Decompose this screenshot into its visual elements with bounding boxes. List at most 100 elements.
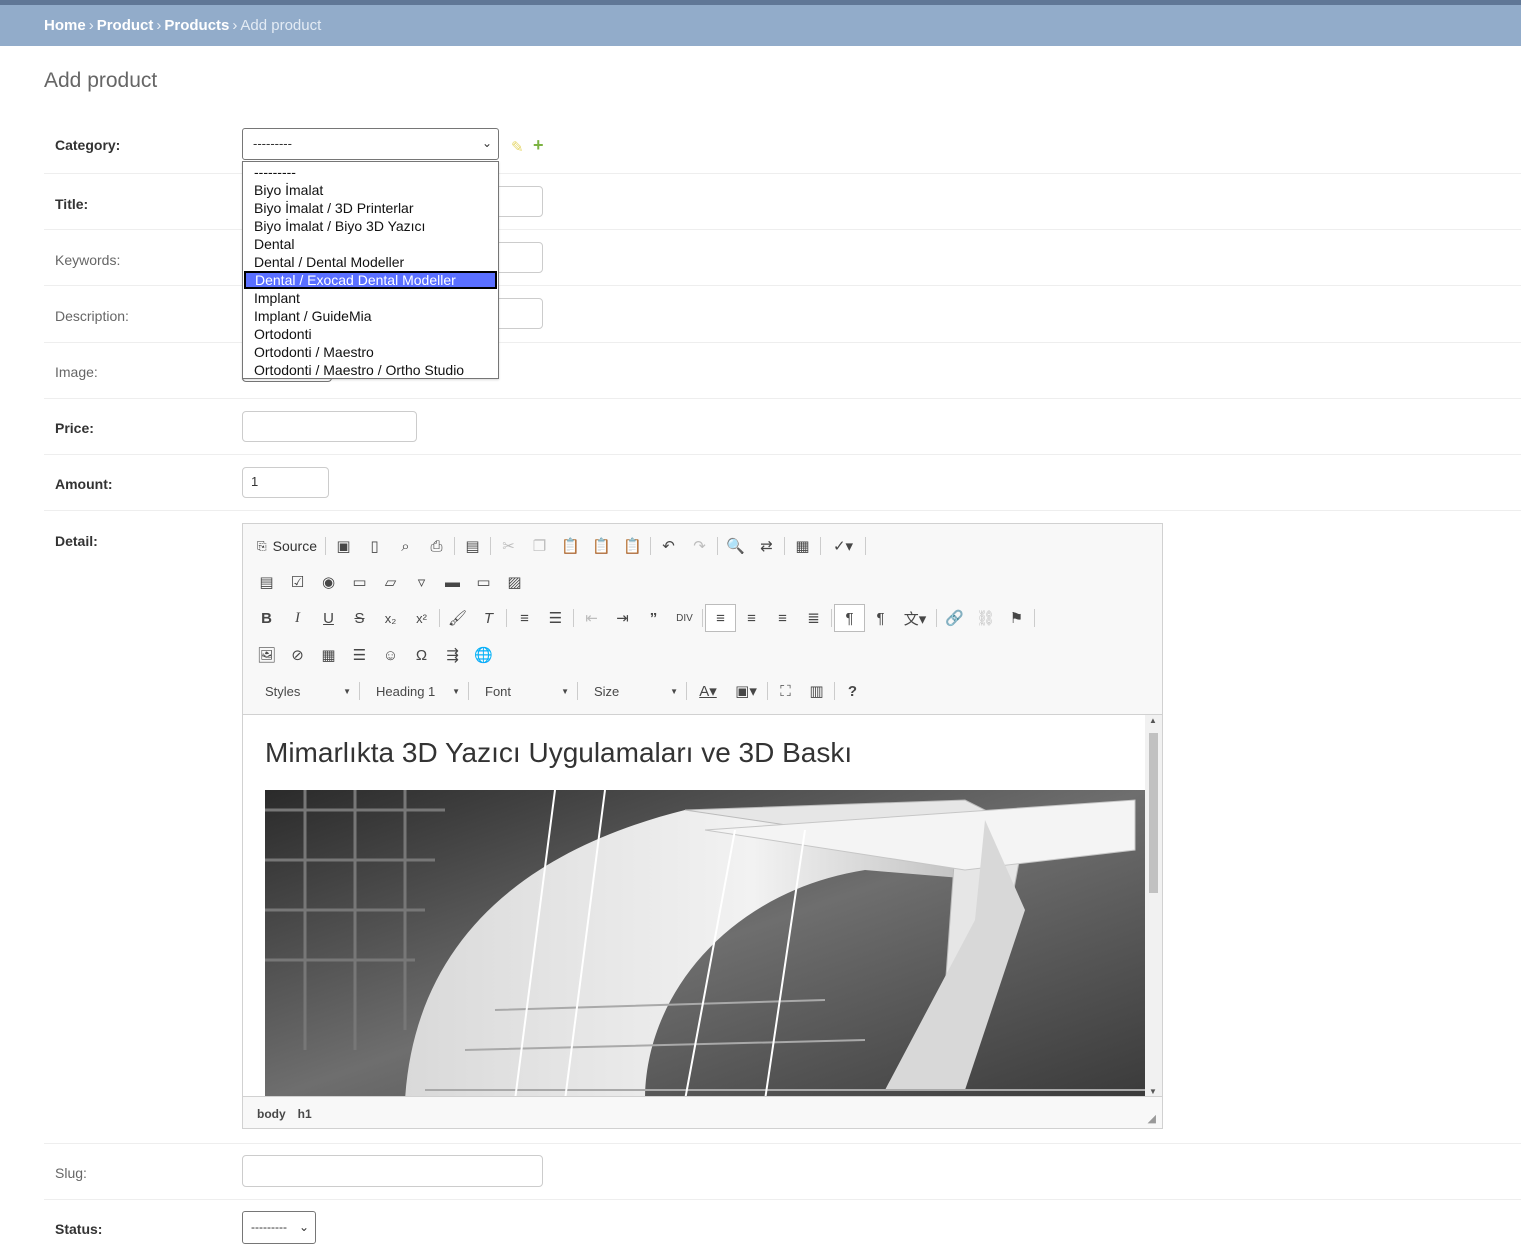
image-button-icon[interactable]: ▭ — [468, 568, 499, 596]
add-plus-icon[interactable]: + — [533, 135, 544, 156]
path-body[interactable]: body — [257, 1107, 286, 1121]
slug-input[interactable] — [242, 1155, 543, 1187]
category-option[interactable]: Ortodonti — [243, 325, 498, 343]
scroll-up-icon[interactable]: ▲ — [1149, 716, 1157, 725]
help-icon[interactable]: ? — [837, 677, 868, 705]
iframe-icon[interactable]: 🌐 — [468, 641, 499, 669]
link-icon[interactable]: 🔗 — [939, 604, 970, 632]
strike-icon[interactable]: S — [344, 604, 375, 632]
justify-icon[interactable]: ≣ — [798, 604, 829, 632]
category-option[interactable]: Dental / Dental Modeller — [243, 253, 498, 271]
print-icon[interactable]: ⎙ — [421, 532, 452, 560]
align-left-icon[interactable]: ≡ — [705, 604, 736, 632]
numbered-list-icon[interactable]: ≡ — [509, 604, 540, 632]
blockquote-icon[interactable]: ” — [638, 604, 669, 632]
undo-icon[interactable]: ↶ — [653, 532, 684, 560]
horizontal-line-icon[interactable]: ☰ — [344, 641, 375, 669]
price-input[interactable] — [242, 411, 417, 442]
page-break-icon[interactable]: ⇶ — [437, 641, 468, 669]
scroll-thumb[interactable] — [1149, 733, 1158, 893]
bulleted-list-icon[interactable]: ☰ — [540, 604, 571, 632]
select-all-icon[interactable]: ▦ — [787, 532, 818, 560]
rtl-icon[interactable]: ¶ — [865, 604, 896, 632]
image-icon[interactable]: 🖼 — [251, 641, 282, 669]
special-char-icon[interactable]: Ω — [406, 641, 437, 669]
category-select[interactable]: --------- ⌄ — [242, 128, 499, 160]
outdent-icon[interactable]: ⇤ — [576, 604, 607, 632]
form-icon[interactable]: ▤ — [251, 568, 282, 596]
category-option[interactable]: Dental — [243, 235, 498, 253]
radio-icon[interactable]: ◉ — [313, 568, 344, 596]
button-field-icon[interactable]: ▬ — [437, 568, 468, 596]
format-combo[interactable]: Heading 1 ▼ — [362, 677, 466, 705]
size-combo[interactable]: Size ▼ — [580, 677, 684, 705]
editor-scrollbar[interactable]: ▲ ▼ — [1145, 715, 1162, 1096]
new-page-icon[interactable]: ▯ — [359, 532, 390, 560]
edit-pencil-icon[interactable]: ✎ — [511, 138, 524, 156]
copy-format-icon[interactable]: 🖌 — [442, 604, 473, 632]
save-icon[interactable]: ▣ — [328, 532, 359, 560]
copy-icon[interactable]: ❐ — [524, 532, 555, 560]
status-select[interactable]: --------- ⌄ — [242, 1211, 316, 1244]
bg-color-icon[interactable]: ▣▾ — [727, 677, 765, 705]
title-label: Title: — [55, 196, 89, 212]
bold-icon[interactable]: B — [251, 604, 282, 632]
toolbar-row-2: ▤ ☑ ◉ ▭ ▱ ▿ ▬ ▭ ▨ — [251, 568, 530, 596]
textarea-icon[interactable]: ▱ — [375, 568, 406, 596]
find-icon[interactable]: 🔍 — [720, 532, 751, 560]
source-button[interactable]: ⎘ Source — [251, 532, 323, 560]
category-option[interactable]: Biyo İmalat — [243, 181, 498, 199]
category-option[interactable]: Implant — [243, 289, 498, 307]
div-icon[interactable]: DIV — [669, 604, 700, 632]
templates-icon[interactable]: ▤ — [457, 532, 488, 560]
align-right-icon[interactable]: ≡ — [767, 604, 798, 632]
font-combo[interactable]: Font ▼ — [471, 677, 575, 705]
styles-combo[interactable]: Styles ▼ — [251, 677, 357, 705]
subscript-icon[interactable]: x₂ — [375, 604, 406, 632]
scroll-down-icon[interactable]: ▼ — [1149, 1087, 1157, 1096]
category-option[interactable]: Biyo İmalat / 3D Printerlar — [243, 199, 498, 217]
breadcrumb-products[interactable]: Products — [164, 17, 229, 34]
paste-text-icon[interactable]: 📋 — [586, 532, 617, 560]
spellcheck-icon[interactable]: ✓▾ — [823, 532, 863, 560]
italic-icon[interactable]: I — [282, 604, 313, 632]
flash-icon[interactable]: ⊘ — [282, 641, 313, 669]
smiley-icon[interactable]: ☺ — [375, 641, 406, 669]
category-option[interactable]: Ortodonti / Maestro / Ortho Studio — [243, 361, 498, 379]
category-option[interactable]: Implant / GuideMia — [243, 307, 498, 325]
redo-icon[interactable]: ↷ — [684, 532, 715, 560]
breadcrumb-product[interactable]: Product — [97, 17, 154, 34]
category-option[interactable]: --------- — [243, 163, 498, 181]
amount-input[interactable]: 1 — [242, 467, 329, 498]
path-h1[interactable]: h1 — [298, 1107, 312, 1121]
ltr-icon[interactable]: ¶ — [834, 604, 865, 632]
table-icon[interactable]: ▦ — [313, 641, 344, 669]
editor-content[interactable]: Mimarlıkta 3D Yazıcı Uygulamaları ve 3D … — [243, 714, 1162, 1097]
unlink-icon[interactable]: ⛓ — [970, 604, 1001, 632]
slug-label: Slug: — [55, 1165, 87, 1181]
select-field-icon[interactable]: ▿ — [406, 568, 437, 596]
textfield-icon[interactable]: ▭ — [344, 568, 375, 596]
replace-icon[interactable]: ⇄ — [751, 532, 782, 560]
hidden-field-icon[interactable]: ▨ — [499, 568, 530, 596]
cut-icon[interactable]: ✂ — [493, 532, 524, 560]
show-blocks-icon[interactable]: ▥ — [801, 677, 832, 705]
breadcrumb-home[interactable]: Home — [44, 17, 86, 34]
category-option[interactable]: Ortodonti / Maestro — [243, 343, 498, 361]
resize-handle-icon[interactable]: ◢ — [1148, 1112, 1156, 1125]
maximize-icon[interactable]: ⛶ — [770, 677, 801, 705]
indent-icon[interactable]: ⇥ — [607, 604, 638, 632]
paste-icon[interactable]: 📋 — [555, 532, 586, 560]
anchor-icon[interactable]: ⚑ — [1001, 604, 1032, 632]
superscript-icon[interactable]: x² — [406, 604, 437, 632]
category-option[interactable]: Biyo İmalat / Biyo 3D Yazıcı — [243, 217, 498, 235]
underline-icon[interactable]: U — [313, 604, 344, 632]
preview-icon[interactable]: ⌕ — [390, 532, 421, 560]
text-color-icon[interactable]: A▾ — [689, 677, 727, 705]
category-option[interactable]: Dental / Exocad Dental Modeller — [244, 271, 497, 289]
remove-format-icon[interactable]: T — [473, 604, 504, 632]
paste-word-icon[interactable]: 📋 — [617, 532, 648, 560]
align-center-icon[interactable]: ≡ — [736, 604, 767, 632]
language-icon[interactable]: 文▾ — [896, 604, 934, 632]
checkbox-icon[interactable]: ☑ — [282, 568, 313, 596]
